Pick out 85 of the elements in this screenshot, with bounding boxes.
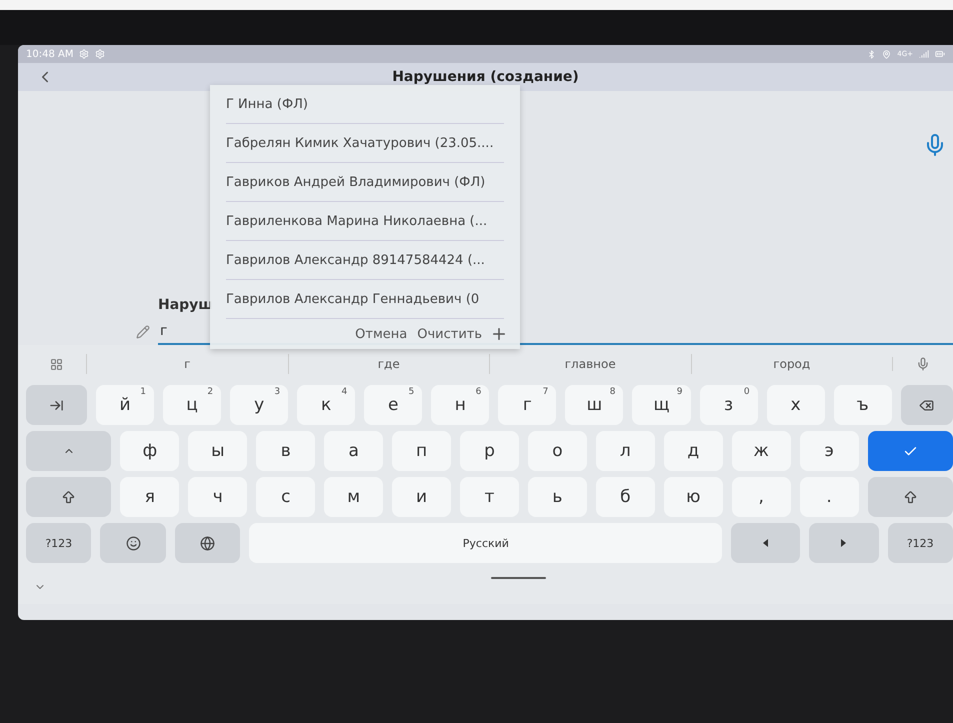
suggestion-item[interactable]: Габрелян Кимик Хачатурович (23.05....	[226, 124, 504, 163]
grid-icon[interactable]	[50, 358, 62, 370]
letter-key[interactable]: й 1	[96, 385, 154, 425]
letter-key[interactable]: ж	[732, 431, 791, 471]
digit-hint: 1	[140, 387, 146, 397]
digit-hint: 7	[542, 387, 548, 397]
suggestion-item[interactable]: Гавриков Андрей Владимирович (ФЛ)	[226, 163, 504, 202]
shift-icon	[61, 490, 76, 504]
suggestion-item[interactable]: Гаврилов Александр 89147584424 (...	[226, 241, 504, 280]
gear-icon	[79, 49, 90, 59]
letter-key[interactable]: а	[324, 431, 384, 471]
letter-key[interactable]: ъ	[834, 385, 892, 425]
suggestion-item[interactable]: Гаврилов Александр Геннадьевич (0	[226, 280, 504, 319]
left-triangle-icon	[763, 539, 768, 547]
letter-key[interactable]: ь	[528, 477, 587, 517]
backspace-icon	[919, 398, 934, 412]
letter-key[interactable]: л	[596, 431, 655, 471]
digit-hint: 4	[341, 387, 348, 397]
action-button[interactable]: Отмена	[353, 326, 410, 342]
letter-key[interactable]: ш 8	[565, 385, 624, 425]
globe-icon	[200, 536, 216, 550]
letter-key[interactable]: ы	[188, 431, 248, 471]
letter-key[interactable]: ф	[120, 431, 180, 471]
letter-key[interactable]: г 7	[498, 385, 556, 425]
tab-icon	[48, 398, 64, 412]
digit-hint: 8	[610, 387, 616, 397]
digit-hint: 5	[408, 387, 414, 397]
letter-key[interactable]: и	[392, 477, 452, 517]
letter-key[interactable]: я	[120, 477, 180, 517]
letter-key[interactable]: д	[664, 431, 723, 471]
smiley-icon	[126, 536, 141, 550]
letter-key[interactable]: у 3	[230, 385, 288, 425]
symbols-key[interactable]: ?123	[888, 523, 953, 563]
suggestion-item[interactable]: Г Инна (ФЛ)	[226, 85, 504, 124]
letter-key[interactable]: н 6	[431, 385, 490, 425]
right-triangle-icon	[841, 539, 846, 547]
digit-hint: 6	[476, 387, 482, 397]
nav-handle[interactable]	[491, 577, 546, 579]
letter-key[interactable]: щ 9	[632, 385, 691, 425]
letter-key[interactable]: р	[460, 431, 519, 471]
backspace-key[interactable]	[900, 385, 953, 425]
space-key[interactable]: Русский	[249, 523, 722, 563]
action-button[interactable]: Очистить	[415, 326, 484, 342]
letter-key[interactable]: п	[392, 431, 452, 471]
letter-key[interactable]: к 4	[297, 385, 356, 425]
shift-icon	[902, 490, 918, 504]
battery-icon	[935, 49, 945, 59]
suggestion-item[interactable]: Гавриленкова Марина Николаевна (...	[226, 202, 504, 241]
word-suggestion[interactable]: г	[86, 354, 288, 374]
letter-key[interactable]: в	[256, 431, 316, 471]
letter-key[interactable]: ц 2	[163, 385, 222, 425]
letter-key[interactable]: м	[324, 477, 384, 517]
location-icon	[882, 50, 892, 58]
letter-key[interactable]: ю	[664, 477, 723, 517]
enter-key[interactable]	[868, 431, 953, 471]
letter-key[interactable]: э	[800, 431, 859, 471]
letter-key[interactable]: .	[800, 477, 859, 517]
word-suggestion[interactable]: главное	[489, 354, 690, 374]
gear-icon	[95, 49, 106, 59]
digit-hint: 0	[744, 387, 750, 397]
letter-key[interactable]: б	[596, 477, 655, 517]
letter-key[interactable]: з 0	[700, 385, 758, 425]
letter-key[interactable]: х	[766, 385, 825, 425]
symbols-key[interactable]: ?123	[26, 523, 92, 563]
emoji-key[interactable]	[100, 523, 166, 563]
letter-key[interactable]: ч	[188, 477, 248, 517]
language-key[interactable]	[174, 523, 240, 563]
letter-key[interactable]: о	[528, 431, 587, 471]
bluetooth-icon	[867, 50, 876, 58]
screen-title: Нарушения (создание)	[392, 69, 579, 85]
digit-hint: 2	[207, 387, 214, 397]
digit-hint: 3	[274, 387, 280, 397]
letter-key[interactable]: с	[256, 477, 316, 517]
field-label: Наруш	[158, 297, 214, 313]
letter-key[interactable]: ,	[732, 477, 791, 517]
word-suggestion[interactable]: город	[690, 354, 892, 374]
letter-key[interactable]: е 5	[364, 385, 422, 425]
status-time: 10:48 AM	[26, 48, 74, 60]
add-icon[interactable]	[490, 325, 508, 343]
letter-key[interactable]: т	[460, 477, 519, 517]
signal-icon	[919, 49, 929, 59]
pencil-icon	[136, 325, 150, 339]
microphone-icon[interactable]	[916, 357, 930, 371]
word-suggestion[interactable]: где	[288, 354, 489, 374]
digit-hint: 9	[676, 387, 683, 397]
